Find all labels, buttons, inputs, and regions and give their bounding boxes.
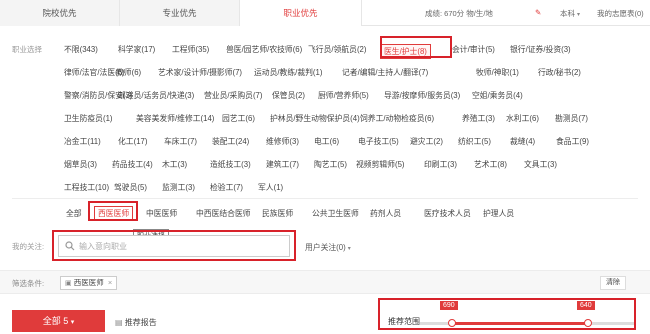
career-option[interactable]: 装配工(24) — [212, 136, 249, 147]
career-option[interactable]: 文具工(3) — [524, 159, 557, 170]
highlight-western-doctor — [88, 201, 138, 221]
highlight-doctor — [380, 36, 452, 58]
career-option[interactable]: 教师(6) — [116, 67, 141, 78]
highlight-search — [52, 230, 296, 261]
career-option[interactable]: 药品技工(4) — [112, 159, 153, 170]
all-button[interactable]: 全部 5 ▾ — [12, 310, 105, 332]
report-icon: ▤ — [115, 318, 123, 327]
career-option[interactable]: 冶金工(11) — [64, 136, 101, 147]
career-option[interactable]: 工程师(35) — [172, 44, 209, 55]
user-focus-dropdown[interactable]: 用户关注(0) ▾ — [305, 242, 351, 253]
sub-option[interactable]: 中西医结合医师 — [196, 208, 251, 219]
career-option[interactable]: 维修师(3) — [266, 136, 299, 147]
career-option[interactable]: 记者/编辑/主持人/翻译(7) — [342, 67, 428, 78]
all-button-label: 全部 5 — [42, 316, 69, 326]
career-option[interactable]: 纺织工(5) — [458, 136, 491, 147]
career-option[interactable]: 化工(17) — [118, 136, 147, 147]
sub-option[interactable]: 药剂人员 — [370, 208, 401, 219]
career-option[interactable]: 木工(3) — [162, 159, 187, 170]
career-option[interactable]: 行政/秘书(2) — [538, 67, 581, 78]
level-label: 本科 — [560, 9, 575, 18]
career-option[interactable]: 饲养工/动物检疫员(6) — [360, 113, 434, 124]
tab-major-first[interactable]: 专业优先 — [120, 0, 240, 26]
level-select[interactable]: 本科 ▾ — [560, 8, 580, 19]
career-option[interactable]: 裁缝(4) — [510, 136, 535, 147]
clear-button[interactable]: 清除 — [600, 276, 626, 290]
career-option[interactable]: 卫生防疫员(1) — [64, 113, 113, 124]
sub-option[interactable]: 全部 — [66, 208, 82, 219]
career-option[interactable]: 电工(6) — [314, 136, 339, 147]
career-option[interactable]: 军人(1) — [258, 182, 283, 193]
career-option[interactable]: 兽医/园艺师/农技师(6) — [226, 44, 302, 55]
sub-option[interactable]: 公共卫生医师 — [312, 208, 359, 219]
career-option[interactable]: 飞行员/领航员(2) — [308, 44, 366, 55]
chevron-down-icon: ▾ — [70, 319, 75, 326]
my-focus-label: 我的关注: — [12, 242, 45, 251]
career-option[interactable]: 养殖工(3) — [462, 113, 495, 124]
career-option[interactable]: 科学家(17) — [118, 44, 155, 55]
filter-chip[interactable]: ▣ 西医医师 × — [60, 276, 118, 290]
career-option[interactable]: 印刷工(3) — [424, 159, 457, 170]
highlight-range — [378, 298, 636, 330]
career-option[interactable]: 银行/证券/投资(3) — [510, 44, 571, 55]
career-option[interactable]: 食品工(9) — [556, 136, 589, 147]
sub-option[interactable]: 中医医师 — [146, 208, 177, 219]
career-option[interactable]: 空姐/乘务员(4) — [472, 90, 523, 101]
edit-icon[interactable]: ✎ — [535, 8, 541, 17]
sub-option[interactable]: 医疗技术人员 — [424, 208, 471, 219]
career-option[interactable]: 艺术家/设计师/摄影师(7) — [158, 67, 242, 78]
career-option[interactable]: 艺术工(8) — [474, 159, 507, 170]
screen-label: 筛选条件: — [12, 279, 45, 288]
career-option[interactable]: 避灾工(2) — [410, 136, 443, 147]
career-option[interactable]: 厨师/营养师(5) — [318, 90, 369, 101]
career-option[interactable]: 检验工(7) — [210, 182, 243, 193]
career-option[interactable]: 不限(343) — [64, 44, 98, 55]
career-option[interactable]: 车床工(7) — [164, 136, 197, 147]
chevron-down-icon: ▾ — [347, 246, 351, 252]
career-option[interactable]: 美容美发师/维修工(14) — [136, 113, 214, 124]
career-option[interactable]: 烟草员(3) — [64, 159, 97, 170]
hospital-icon: ▣ — [65, 280, 72, 287]
career-option[interactable]: 造纸技工(3) — [210, 159, 251, 170]
career-option[interactable]: 保管员(2) — [272, 90, 305, 101]
career-option[interactable]: 工程技工(10) — [64, 182, 109, 193]
sub-option[interactable]: 护理人员 — [483, 208, 514, 219]
tab-career-first[interactable]: 职业优先 — [240, 0, 362, 26]
career-option[interactable]: 陶艺工(5) — [314, 159, 347, 170]
tab-school-first[interactable]: 院校优先 — [0, 0, 120, 26]
report-link[interactable]: ▤ 推荐报告 — [115, 317, 157, 328]
career-option[interactable]: 勘测员(7) — [555, 113, 588, 124]
screen-bar: 筛选条件: ▣ 西医医师 × 清除 — [0, 270, 650, 294]
score-text: 成绩: 670分 物/生/地 — [425, 9, 493, 18]
my-form-link[interactable]: 我的志愿表(0) — [597, 8, 644, 19]
divider — [12, 198, 638, 199]
career-option[interactable]: 水利工(6) — [506, 113, 539, 124]
career-option[interactable]: 视频剪辑师(5) — [356, 159, 405, 170]
career-option[interactable]: 运动员/教练/裁判(1) — [254, 67, 322, 78]
career-option[interactable]: 监测工(3) — [162, 182, 195, 193]
career-option[interactable]: 邮递员/话务员/快递(3) — [118, 90, 194, 101]
career-option[interactable]: 牧师/神职(1) — [476, 67, 519, 78]
career-option[interactable]: 驾驶员(5) — [114, 182, 147, 193]
career-option[interactable]: 会计/审计(5) — [452, 44, 495, 55]
report-label: 推荐报告 — [124, 318, 157, 327]
career-label: 职业选择 — [12, 45, 42, 54]
career-option[interactable]: 营业员/采购员(7) — [204, 90, 262, 101]
user-focus-label: 用户关注(0) — [305, 243, 346, 252]
career-option[interactable]: 建筑工(7) — [266, 159, 299, 170]
chip-label: 西医医师 — [73, 278, 104, 287]
close-icon[interactable]: × — [108, 278, 112, 287]
career-option[interactable]: 导游/按摩师/服务员(3) — [384, 90, 460, 101]
chevron-down-icon: ▾ — [577, 12, 581, 18]
career-option[interactable]: 园艺工(6) — [222, 113, 255, 124]
career-option[interactable]: 电子技工(5) — [358, 136, 399, 147]
top-bar: 院校优先 专业优先 职业优先 成绩: 670分 物/生/地 ✎ 本科 ▾ 我的志愿… — [0, 0, 650, 26]
career-option[interactable]: 护林员/野生动物保护员(4) — [270, 113, 360, 124]
sub-option[interactable]: 民族医师 — [262, 208, 293, 219]
